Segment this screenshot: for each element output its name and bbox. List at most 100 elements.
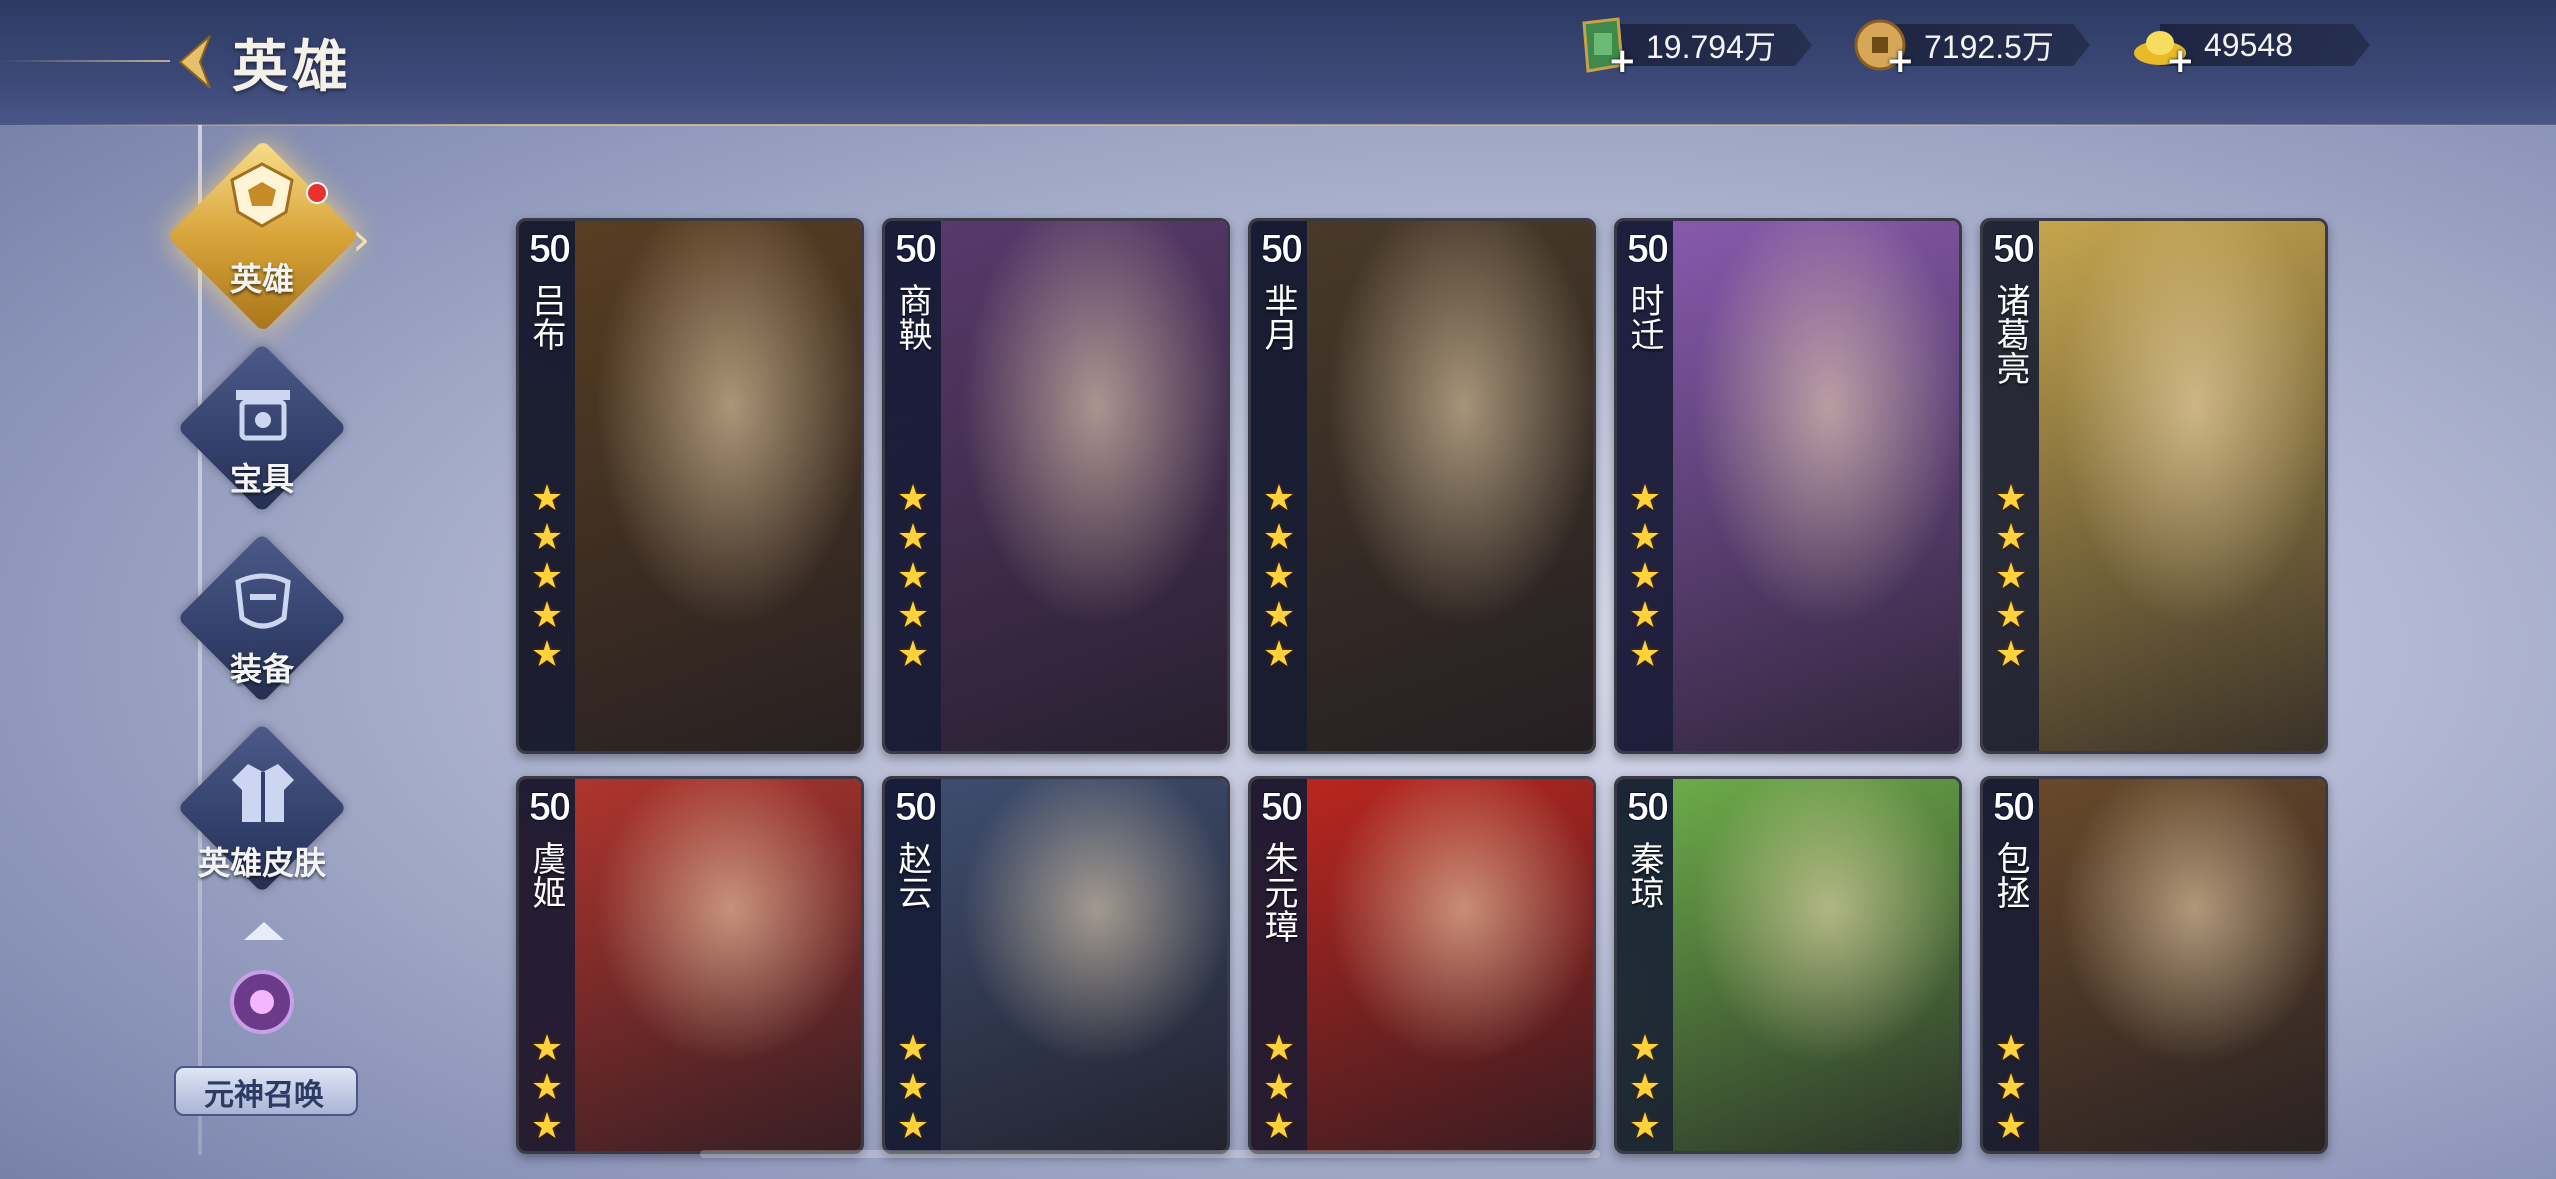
hero-card[interactable]: 50 虞姬 ★ ★ ★: [516, 776, 864, 1154]
hero-stars: ★ ★ ★ ★ ★: [893, 479, 933, 674]
hero-name: 包拯: [1990, 841, 2030, 909]
star-icon: ★: [1628, 1106, 1662, 1147]
star-icon: ★: [1262, 1028, 1296, 1069]
star-icon: ★: [530, 595, 564, 636]
page-header: 英雄: [170, 22, 352, 102]
star-icon: ★: [530, 478, 564, 519]
hero-stars: ★ ★ ★ ★ ★: [1991, 479, 2031, 674]
hero-stars: ★ ★ ★ ★ ★: [1259, 479, 1299, 674]
hero-level: 50: [894, 227, 938, 272]
star-icon: ★: [1628, 634, 1662, 675]
spirit-summon-icon: [222, 962, 302, 1042]
currency-gold[interactable]: + 49548: [2130, 20, 2370, 78]
hero-card[interactable]: 50 芈月 ★ ★ ★ ★ ★: [1248, 218, 1596, 754]
hero-card[interactable]: 50 时迁 ★ ★ ★ ★ ★: [1614, 218, 1962, 754]
hero-level: 50: [1992, 227, 2036, 272]
hero-level: 50: [1260, 227, 1304, 272]
treasure-icon: [226, 382, 300, 446]
star-icon: ★: [896, 634, 930, 675]
nav-label-treasure: 宝具: [229, 460, 294, 498]
star-icon: ★: [1262, 1106, 1296, 1147]
star-icon: ★: [1628, 517, 1662, 558]
hero-name: 诸葛亮: [1990, 283, 2030, 385]
back-button[interactable]: [170, 32, 214, 92]
hero-name: 秦琼: [1624, 841, 1664, 909]
nav-label-hero: 英雄: [229, 260, 294, 298]
nav-label-equipment: 装备: [229, 650, 294, 688]
equipment-icon: [226, 572, 300, 636]
hero-level: 50: [1260, 785, 1304, 830]
star-icon: ★: [896, 1028, 930, 1069]
hero-card[interactable]: 50 吕布 ★ ★ ★ ★ ★: [516, 218, 864, 754]
currency-jade[interactable]: + 19.794万: [1572, 17, 1812, 78]
hero-name: 虞姬: [526, 841, 566, 909]
star-icon: ★: [530, 556, 564, 597]
add-jade-icon[interactable]: +: [1608, 44, 1637, 78]
star-icon: ★: [1628, 595, 1662, 636]
hero-level: 50: [1992, 785, 2036, 830]
title-decoration-line: [0, 60, 170, 62]
star-icon: ★: [1994, 1106, 2028, 1147]
hero-stars: ★ ★ ★: [527, 1029, 567, 1146]
star-icon: ★: [1994, 478, 2028, 519]
star-icon: ★: [1994, 517, 2028, 558]
hero-card[interactable]: 50 包拯 ★ ★ ★: [1980, 776, 2328, 1154]
scroll-up-arrow-icon[interactable]: [244, 922, 284, 940]
star-icon: ★: [1628, 1067, 1662, 1108]
chevron-left-icon: [178, 35, 211, 89]
star-icon: ★: [896, 478, 930, 519]
star-icon: ★: [1628, 556, 1662, 597]
hero-stars: ★ ★ ★: [893, 1029, 933, 1146]
hero-card[interactable]: 50 商鞅 ★ ★ ★ ★ ★: [882, 218, 1230, 754]
star-icon: ★: [1994, 634, 2028, 675]
hero-card[interactable]: 50 秦琼 ★ ★ ★: [1614, 776, 1962, 1154]
hero-stars: ★ ★ ★ ★ ★: [1625, 479, 1665, 674]
star-icon: ★: [1628, 1028, 1662, 1069]
star-icon: ★: [1262, 1067, 1296, 1108]
hero-name: 商鞅: [892, 283, 932, 351]
star-icon: ★: [530, 1028, 564, 1069]
currency-copper[interactable]: + 7192.5万: [1850, 19, 2090, 78]
star-icon: ★: [896, 517, 930, 558]
star-icon: ★: [1262, 595, 1296, 636]
page-title: 英雄: [232, 34, 352, 100]
star-icon: ★: [1628, 478, 1662, 519]
hero-stars: ★ ★ ★: [1259, 1029, 1299, 1146]
star-icon: ★: [1262, 634, 1296, 675]
star-icon: ★: [896, 1067, 930, 1108]
notification-badge: [306, 182, 328, 204]
hero-level: 50: [1626, 785, 1670, 830]
star-icon: ★: [1262, 517, 1296, 558]
gold-amount: 49548: [2204, 26, 2293, 63]
star-icon: ★: [530, 1106, 564, 1147]
hero-level: 50: [1626, 227, 1670, 272]
star-icon: ★: [1262, 478, 1296, 519]
star-icon: ★: [530, 517, 564, 558]
add-copper-icon[interactable]: +: [1886, 44, 1915, 78]
hero-name: 吕布: [526, 283, 566, 351]
hero-helmet-icon: [222, 160, 302, 230]
scroll-indicator: [700, 1150, 1600, 1158]
star-icon: ★: [1994, 595, 2028, 636]
star-icon: ★: [530, 634, 564, 675]
hero-stars: ★ ★ ★: [1991, 1029, 2031, 1146]
hero-level: 50: [528, 785, 572, 830]
hero-name: 赵云: [892, 841, 932, 909]
star-icon: ★: [896, 595, 930, 636]
star-icon: ★: [896, 1106, 930, 1147]
hero-card[interactable]: 50 赵云 ★ ★ ★: [882, 776, 1230, 1154]
hero-name: 朱元璋: [1258, 841, 1298, 943]
star-icon: ★: [1994, 1028, 2028, 1069]
hero-card[interactable]: 50 诸葛亮 ★ ★ ★ ★ ★: [1980, 218, 2328, 754]
hero-level: 50: [528, 227, 572, 272]
hero-card[interactable]: 50 朱元璋 ★ ★ ★: [1248, 776, 1596, 1154]
star-icon: ★: [530, 1067, 564, 1108]
nav-label-spirit-summon: 元神召唤: [204, 1078, 324, 1113]
add-gold-icon[interactable]: +: [2166, 44, 2195, 78]
hero-name: 时迁: [1624, 283, 1664, 351]
nav-label-hero-skin: 英雄皮肤: [197, 844, 326, 882]
top-bar-divider: [0, 124, 2556, 126]
star-icon: ★: [1994, 556, 2028, 597]
jade-amount: 19.794万: [1646, 29, 1776, 65]
star-icon: ★: [1262, 556, 1296, 597]
